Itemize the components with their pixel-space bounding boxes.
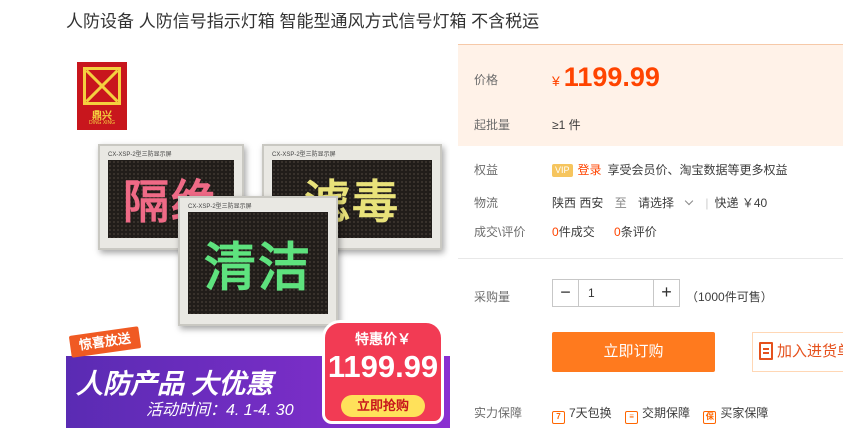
add-to-cart-button[interactable]: 加入进货单	[752, 332, 843, 372]
origin-location: 陕西 西安	[552, 196, 604, 210]
guarantee-text: 7天包换	[569, 406, 612, 420]
seven-day-icon: 7	[552, 411, 565, 424]
logo-subtext: DING XING	[88, 120, 116, 126]
product-title: 人防设备 人防信号指示灯箱 智能型通风方式信号灯箱 不含税运	[66, 12, 540, 31]
promo-price-badge: 特惠价￥ 1199.99 立即抢购	[322, 320, 444, 424]
rights-label: 权益	[474, 163, 499, 177]
product-image[interactable]: 鼎兴 DING XING CX-XSP-2型三防显示屏 隔绝 CX-XSP-2型…	[66, 44, 450, 428]
delivery-icon: ≡	[625, 411, 639, 424]
sign-panel-clean: CX-XSP-2型三防显示屏 清洁	[178, 196, 338, 326]
quantity-input[interactable]	[580, 280, 652, 306]
reviews-count: 0	[614, 225, 621, 239]
panel-caption: CX-XSP-2型三防显示屏	[272, 152, 336, 158]
badge-price: 1199.99	[327, 349, 439, 384]
panel-text: 清洁	[203, 239, 312, 298]
reviews-text[interactable]: 条评价	[621, 225, 657, 239]
login-link[interactable]: 登录	[578, 163, 602, 177]
guarantee-delivery[interactable]: ≡ 交期保障	[625, 406, 691, 424]
guarantee-buyer[interactable]: 保买家保障	[703, 406, 769, 424]
buy-now-button[interactable]: 立即订购	[552, 332, 715, 372]
quantity-label: 采购量	[474, 290, 511, 304]
orders-count: 0	[552, 225, 559, 239]
quantity-stepper: − +	[552, 279, 680, 307]
promo-tag: 惊喜放送	[68, 326, 142, 358]
moq-value: ≥1 件	[552, 118, 581, 132]
price: ¥1199.99	[552, 62, 660, 93]
price-label: 价格	[474, 73, 499, 87]
clipboard-icon	[759, 342, 773, 360]
increase-button[interactable]: +	[653, 280, 679, 306]
sales-label: 成交\评价	[474, 225, 526, 239]
guarantee-text: 交期保障	[642, 406, 691, 420]
badge-label: 特惠价￥	[355, 331, 411, 347]
shipping-fee: 快递 ￥40	[714, 196, 768, 210]
add-to-cart-label: 加入进货单	[777, 343, 843, 360]
destination-select[interactable]: 请选择	[638, 196, 702, 210]
logistics-label: 物流	[474, 196, 499, 210]
moq-label: 起批量	[474, 118, 511, 132]
stock-available: （1000件可售）	[686, 290, 773, 304]
destination-placeholder: 请选择	[638, 196, 675, 210]
logistics-row: 陕西 西安 至 请选择 | 快递 ￥40	[552, 196, 768, 210]
vip-badge: VIP	[552, 164, 573, 177]
price-value: 1199.99	[563, 62, 660, 92]
guarantee-row: 7 7天包换 ≡ 交期保障 保买家保障	[552, 404, 768, 424]
shield-icon: 保	[703, 411, 717, 424]
panel-caption: CX-XSP-2型三防显示屏	[188, 204, 252, 210]
guarantee-label: 实力保障	[474, 406, 523, 420]
rights-row: VIP 登录 享受会员价、淘宝数据等更多权益	[552, 161, 788, 178]
divider	[458, 258, 843, 259]
price-box	[458, 44, 843, 146]
badge-buy-now: 立即抢购	[341, 395, 425, 417]
guarantee-exchange[interactable]: 7 7天包换	[552, 406, 612, 424]
guarantee-text: 买家保障	[720, 406, 769, 420]
rights-text: 享受会员价、淘宝数据等更多权益	[607, 163, 788, 177]
decrease-button[interactable]: −	[553, 280, 579, 306]
orders-text[interactable]: 件成交	[559, 225, 595, 239]
to-text: 至	[614, 196, 627, 210]
panel-caption: CX-XSP-2型三防显示屏	[108, 152, 172, 158]
chevron-down-icon	[684, 196, 694, 206]
brand-logo: 鼎兴 DING XING	[77, 62, 127, 130]
currency-symbol: ¥	[552, 73, 560, 89]
sales-row: 0件成交 0条评价	[552, 223, 657, 240]
promo-time: 活动时间：4. 1-4. 30	[146, 402, 294, 419]
